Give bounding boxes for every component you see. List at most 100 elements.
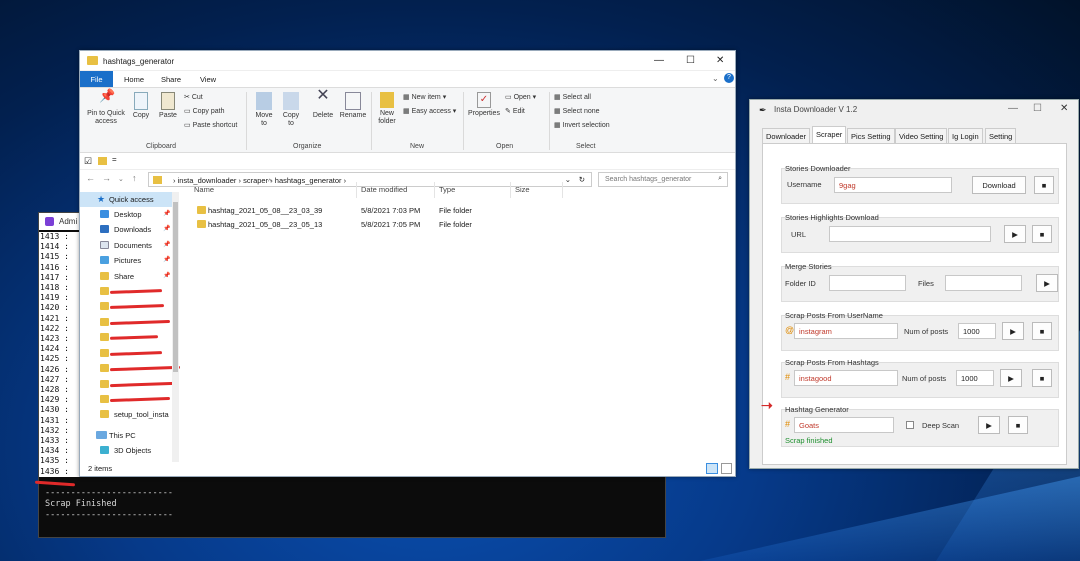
folder-id-input[interactable] <box>829 275 906 291</box>
help-icon[interactable]: ? <box>724 73 734 83</box>
new-item-button[interactable]: ▦ New item ▾ <box>403 94 446 102</box>
url-input[interactable] <box>829 226 991 242</box>
nav-item-redacted[interactable] <box>80 361 181 376</box>
nav-item-redacted[interactable] <box>80 299 174 314</box>
nav-item-redacted[interactable] <box>80 377 177 392</box>
tab-downloader[interactable]: Downloader <box>762 128 811 143</box>
details-view-icon[interactable] <box>706 463 718 474</box>
copy-path-button[interactable]: ▭ Copy path <box>184 108 224 116</box>
column-header-type[interactable]: Type <box>439 185 455 194</box>
nav-item-setup-tool[interactable]: setup_tool_insta <box>80 407 174 422</box>
rename-button[interactable]: Rename <box>338 92 368 120</box>
delete-button[interactable]: ✕ Delete <box>309 88 337 120</box>
up-icon[interactable]: ↑ <box>132 173 137 183</box>
username-scrap-input[interactable]: instagram <box>794 323 898 339</box>
new-folder-button[interactable]: New folder <box>374 92 400 126</box>
play-button[interactable]: ▶ <box>1004 225 1026 243</box>
scroll-thumb[interactable] <box>173 202 178 372</box>
play-button[interactable]: ▶ <box>978 416 1000 434</box>
column-header-date[interactable]: Date modified <box>361 185 407 194</box>
edit-button[interactable]: ✎ Edit <box>505 108 525 116</box>
close-icon[interactable]: ✕ <box>716 55 724 66</box>
minimize-icon[interactable]: — <box>1008 103 1018 114</box>
nav-item-desktop[interactable]: Desktop 📌 <box>80 207 174 222</box>
nav-item-3d-objects[interactable]: 3D Objects <box>80 443 174 458</box>
minimize-icon[interactable]: — <box>654 55 664 66</box>
nav-item-quick-access[interactable]: ★ Quick access <box>80 192 174 207</box>
stop-button[interactable]: ■ <box>1032 322 1052 340</box>
invert-selection-button[interactable]: ▦ Invert selection <box>554 122 610 130</box>
back-icon[interactable]: ← <box>86 173 95 183</box>
download-button[interactable]: Download <box>972 176 1026 194</box>
nav-item-redacted[interactable] <box>80 330 174 345</box>
easy-access-button[interactable]: ▦ Easy access ▾ <box>403 108 456 116</box>
open-button[interactable]: ▭ Open ▾ <box>505 94 536 102</box>
num-posts-input[interactable]: 1000 <box>956 370 994 386</box>
hashtag-scrap-input[interactable]: instagood <box>794 370 898 386</box>
paste-button[interactable]: Paste <box>156 92 180 120</box>
tab-pics-setting[interactable]: Pics Setting <box>847 128 895 143</box>
stop-button[interactable]: ■ <box>1032 225 1052 243</box>
nav-item-pictures[interactable]: Pictures 📌 <box>80 253 174 268</box>
chevron-down-icon[interactable]: ⌄ <box>118 175 124 183</box>
explorer-titlebar[interactable]: hashtags_generator — ☐ ✕ <box>80 51 735 71</box>
cut-button[interactable]: ✂ Cut <box>184 94 203 102</box>
tab-ig-login[interactable]: Ig Login <box>948 128 983 143</box>
copy-to-button[interactable]: Copy to <box>279 92 303 128</box>
chevron-down-icon[interactable]: ⌄ <box>712 74 719 83</box>
forward-icon[interactable]: → <box>102 173 111 183</box>
nav-scrollbar[interactable] <box>172 192 179 462</box>
nav-item-redacted[interactable] <box>80 284 174 299</box>
select-all-button[interactable]: ▦ Select all <box>554 94 591 102</box>
stop-button[interactable]: ■ <box>1008 416 1028 434</box>
play-button[interactable]: ▶ <box>1000 369 1022 387</box>
nav-item-redacted[interactable] <box>80 315 174 330</box>
large-icons-view-icon[interactable] <box>721 463 732 474</box>
tab-view[interactable]: View <box>192 71 224 87</box>
chevron-down-icon[interactable]: ⌄ <box>565 175 571 184</box>
search-input[interactable]: Search hashtags_generator ⌕ <box>598 172 728 187</box>
deep-scan-checkbox[interactable] <box>906 421 914 429</box>
files-input[interactable] <box>945 275 1022 291</box>
tab-setting[interactable]: Setting <box>985 128 1017 143</box>
breadcrumb-item[interactable]: insta_downloader <box>178 176 237 185</box>
properties-button[interactable]: ✓ Properties <box>466 92 502 118</box>
close-icon[interactable]: ✕ <box>1060 103 1068 114</box>
tab-video-setting[interactable]: Video Setting <box>895 128 948 143</box>
maximize-icon[interactable]: ☐ <box>686 55 695 66</box>
copy-icon <box>134 92 148 110</box>
hashtag-generator-input[interactable]: Goats <box>794 417 894 433</box>
play-button[interactable]: ▶ <box>1036 274 1058 292</box>
customize-toolbar-icon[interactable]: = <box>112 155 117 164</box>
tab-scraper[interactable]: Scraper <box>812 126 847 144</box>
breadcrumb-item[interactable]: hashtags_generator <box>275 176 342 185</box>
new-folder-icon[interactable] <box>98 157 107 165</box>
properties-icon[interactable]: ☑ <box>84 156 92 167</box>
maximize-icon[interactable]: ☐ <box>1033 103 1042 114</box>
nav-item-downloads[interactable]: Downloads 📌 <box>80 222 174 237</box>
nav-item-redacted[interactable] <box>80 346 174 361</box>
copy-button[interactable]: Copy <box>130 92 152 120</box>
file-row[interactable]: hashtag_2021_05_08__23_05_13 5/8/2021 7:… <box>195 218 735 232</box>
nav-item-share[interactable]: Share 📌 <box>80 269 174 284</box>
refresh-icon[interactable]: ↻ <box>579 175 585 184</box>
nav-item-redacted[interactable] <box>80 392 174 407</box>
file-row[interactable]: hashtag_2021_05_08__23_03_39 5/8/2021 7:… <box>195 204 735 218</box>
stop-button[interactable]: ■ <box>1032 369 1052 387</box>
breadcrumb-item[interactable]: scraper <box>243 176 268 185</box>
move-to-button[interactable]: Move to <box>252 92 276 128</box>
paste-shortcut-button[interactable]: ▭ Paste shortcut <box>184 122 237 130</box>
stop-button[interactable]: ■ <box>1034 176 1054 194</box>
num-posts-input[interactable]: 1000 <box>958 323 996 339</box>
tab-share[interactable]: Share <box>155 71 187 87</box>
pin-quick-access-button[interactable]: 📌 Pin to Quick access <box>82 89 130 126</box>
nav-item-this-pc[interactable]: This PC <box>80 428 174 443</box>
tab-home[interactable]: Home <box>118 71 150 87</box>
tab-file[interactable]: File <box>80 71 113 87</box>
select-none-button[interactable]: ▦ Select none <box>554 108 600 116</box>
play-button[interactable]: ▶ <box>1002 322 1024 340</box>
username-input[interactable]: 9gag <box>834 177 952 193</box>
column-header-size[interactable]: Size <box>515 185 530 194</box>
column-header-name[interactable]: Name <box>194 185 214 194</box>
nav-item-documents[interactable]: Documents 📌 <box>80 238 174 253</box>
